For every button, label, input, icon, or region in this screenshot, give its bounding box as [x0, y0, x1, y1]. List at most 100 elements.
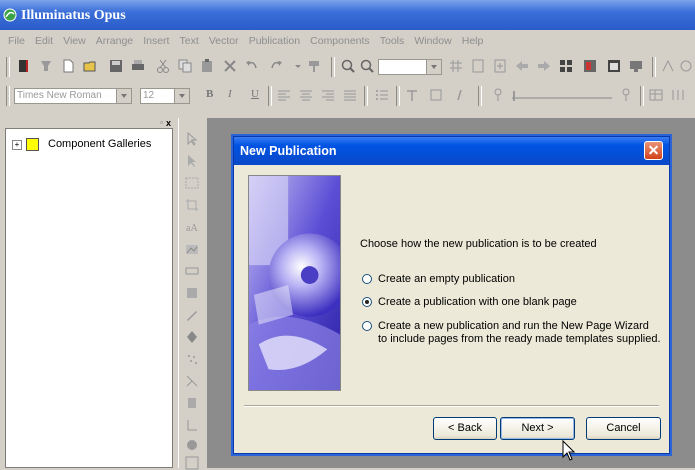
- template-icon[interactable]: [38, 58, 54, 74]
- menu-vector[interactable]: Vector: [206, 35, 242, 47]
- menu-publication[interactable]: Publication: [246, 35, 303, 47]
- radio-empty-publication[interactable]: [362, 274, 372, 284]
- transform-tool-icon[interactable]: [185, 374, 199, 388]
- monitor-icon[interactable]: [628, 58, 644, 74]
- layout-icon[interactable]: [558, 58, 574, 74]
- stamp-tool-icon[interactable]: [185, 396, 199, 410]
- cut-icon[interactable]: [155, 58, 171, 74]
- shape-tool-icon[interactable]: [185, 286, 199, 300]
- tool-icon[interactable]: [678, 58, 694, 74]
- menu-arrange[interactable]: Arrange: [93, 35, 136, 47]
- radio-one-blank-page[interactable]: [362, 297, 372, 307]
- ruler-tool-icon[interactable]: [185, 418, 199, 432]
- image-tool-icon[interactable]: [185, 242, 199, 256]
- tree-item-label: Component Galleries: [48, 138, 152, 150]
- dialog-title-bar[interactable]: New Publication: [234, 137, 669, 165]
- menu-text[interactable]: Text: [177, 35, 202, 47]
- tree-expand-icon[interactable]: +: [12, 140, 22, 150]
- arrow-right-icon[interactable]: [536, 58, 552, 74]
- zoom-in-icon[interactable]: [340, 58, 356, 74]
- delete-icon[interactable]: [222, 58, 238, 74]
- align-right-icon[interactable]: [320, 87, 336, 103]
- pin-icon[interactable]: [490, 87, 506, 103]
- next-button[interactable]: Next >: [500, 417, 575, 440]
- font-name-value: Times New Roman: [17, 90, 102, 101]
- folder-icon: [26, 138, 39, 151]
- text-italic-icon[interactable]: [452, 87, 468, 103]
- chevron-down-icon[interactable]: [174, 89, 189, 103]
- menu-help[interactable]: Help: [459, 35, 487, 47]
- circle-tool-icon[interactable]: [185, 438, 199, 452]
- text-frame-icon[interactable]: [428, 87, 444, 103]
- format-painter-icon[interactable]: [306, 58, 322, 74]
- app-title: Illuminatus Opus: [21, 8, 126, 23]
- toolbar-grip[interactable]: [6, 57, 10, 77]
- panel-close-button[interactable]: x: [166, 118, 171, 128]
- select-icon[interactable]: [185, 154, 199, 168]
- menu-bar: File Edit View Arrange Insert Text Vecto…: [0, 35, 695, 53]
- cancel-button[interactable]: Cancel: [586, 417, 661, 440]
- app-title-bar[interactable]: Illuminatus Opus: [0, 0, 695, 30]
- menu-window[interactable]: Window: [411, 35, 454, 47]
- text-style-icon[interactable]: [404, 87, 420, 103]
- panel-dock-icon[interactable]: ▫: [160, 118, 163, 127]
- menu-components[interactable]: Components: [307, 35, 373, 47]
- paste-icon[interactable]: [199, 58, 215, 74]
- arrow-left-icon[interactable]: [514, 58, 530, 74]
- bullet-list-icon[interactable]: [374, 87, 390, 103]
- toolbar-grip[interactable]: [6, 86, 10, 106]
- pointer-icon[interactable]: [185, 132, 199, 146]
- print-icon[interactable]: [130, 58, 146, 74]
- spray-tool-icon[interactable]: [185, 352, 199, 366]
- pin-icon[interactable]: [618, 87, 634, 103]
- align-left-icon[interactable]: [276, 87, 292, 103]
- window-icon[interactable]: [606, 58, 622, 74]
- bold-button[interactable]: B: [206, 88, 213, 100]
- columns-icon[interactable]: [670, 87, 686, 103]
- toolbar-separator: [396, 86, 400, 106]
- table-icon[interactable]: [648, 87, 664, 103]
- frame-tool-icon[interactable]: [185, 176, 199, 190]
- undo-icon[interactable]: [244, 58, 260, 74]
- dialog-close-button[interactable]: [644, 141, 663, 160]
- save-icon[interactable]: [108, 58, 124, 74]
- new-file-icon[interactable]: [60, 58, 76, 74]
- menu-view[interactable]: View: [60, 35, 89, 47]
- italic-button[interactable]: I: [228, 88, 232, 100]
- toolbar-separator: [364, 86, 368, 106]
- crop-icon[interactable]: [185, 198, 199, 212]
- zoom-combo[interactable]: [378, 59, 442, 75]
- page-add-icon[interactable]: [492, 58, 508, 74]
- text-tool-icon[interactable]: aA: [185, 220, 199, 234]
- redo-icon[interactable]: [268, 58, 284, 74]
- pen-tool-icon[interactable]: [185, 308, 199, 322]
- effects-icon[interactable]: [660, 58, 676, 74]
- back-button[interactable]: < Back: [433, 417, 497, 440]
- page-icon[interactable]: [470, 58, 486, 74]
- toolbar-separator: [640, 86, 644, 106]
- align-center-icon[interactable]: [298, 87, 314, 103]
- open-folder-icon[interactable]: [83, 58, 99, 74]
- underline-button[interactable]: U: [251, 88, 259, 100]
- chevron-down-icon[interactable]: [116, 89, 131, 103]
- rectangle-tool-icon[interactable]: [185, 264, 199, 278]
- book-icon[interactable]: [16, 58, 32, 74]
- copy-icon[interactable]: [177, 58, 193, 74]
- font-name-combo[interactable]: Times New Roman: [14, 88, 132, 104]
- menu-file[interactable]: File: [0, 35, 28, 47]
- option-label: Create an empty publication: [378, 273, 515, 285]
- menu-tools[interactable]: Tools: [377, 35, 408, 47]
- chevron-down-icon[interactable]: [426, 60, 441, 74]
- grid-icon[interactable]: [448, 58, 464, 74]
- menu-insert[interactable]: Insert: [140, 35, 172, 47]
- menu-edit[interactable]: Edit: [32, 35, 56, 47]
- justify-icon[interactable]: [342, 87, 358, 103]
- chevron-down-icon[interactable]: [290, 58, 306, 74]
- radio-new-page-wizard[interactable]: [362, 321, 372, 331]
- fill-tool-icon[interactable]: [185, 330, 199, 344]
- frame-icon[interactable]: [582, 58, 598, 74]
- font-size-combo[interactable]: 12: [140, 88, 190, 104]
- app-icon: [3, 8, 17, 22]
- zoom-out-icon[interactable]: [359, 58, 375, 74]
- slider-track[interactable]: [512, 88, 614, 104]
